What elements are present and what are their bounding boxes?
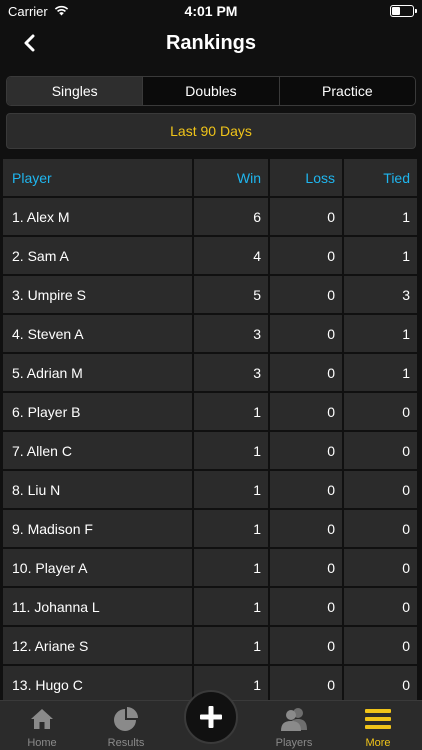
- player-name-cell: 13. Hugo C: [3, 666, 192, 703]
- player-name-cell: 12. Ariane S: [3, 627, 192, 664]
- player-name-cell: 8. Liu N: [3, 471, 192, 508]
- tab-more-label: More: [365, 737, 391, 749]
- loss-cell: 0: [270, 666, 342, 703]
- loss-cell: 0: [270, 237, 342, 274]
- win-cell: 1: [194, 393, 268, 430]
- tab-home-label: Home: [27, 737, 57, 749]
- wifi-icon: [54, 4, 69, 19]
- player-name-cell: 10. Player A: [3, 549, 192, 586]
- player-name-cell: 11. Johanna L: [3, 588, 192, 625]
- win-cell: 4: [194, 237, 268, 274]
- loss-cell: 0: [270, 510, 342, 547]
- table-row[interactable]: 12. Ariane S100: [2, 626, 420, 665]
- win-cell: 1: [194, 471, 268, 508]
- carrier-label: Carrier: [8, 3, 48, 19]
- loss-cell: 0: [270, 471, 342, 508]
- add-match-button[interactable]: [184, 690, 238, 744]
- tab-players-label: Players: [275, 737, 313, 749]
- table-body: 1. Alex M 6 0 1 2. Sam A 4 0 1 3. Umpire S 5 0 3 4. …: [2, 197, 420, 704]
- plus-icon: [200, 706, 222, 728]
- win-cell: 1: [194, 627, 268, 664]
- loss-cell: 0: [270, 432, 342, 469]
- tied-cell: 0: [344, 549, 417, 586]
- table-row[interactable]: 2. Sam A401: [2, 236, 420, 275]
- status-left: Carrier: [8, 4, 69, 19]
- header-loss[interactable]: Loss: [270, 159, 342, 196]
- tied-cell: 0: [344, 393, 417, 430]
- tied-cell: 3: [344, 276, 417, 313]
- win-cell: 1: [194, 510, 268, 547]
- table-row[interactable]: 7. Allen C100: [2, 431, 420, 470]
- table-row[interactable]: 10. Player A100: [2, 548, 420, 587]
- win-cell: 1: [194, 432, 268, 469]
- tied-cell: 0: [344, 471, 417, 508]
- tied-cell: 0: [344, 588, 417, 625]
- tied-cell: 0: [344, 432, 417, 469]
- loss-cell: 0: [270, 354, 342, 391]
- status-bar: Carrier 4:01 PM: [0, 0, 422, 22]
- loss-cell: 0: [270, 627, 342, 664]
- rankings-table: Player Win Loss Tied 1. Alex M 6 0 1 2. Sam …: [2, 158, 420, 704]
- tied-cell: 0: [344, 666, 417, 703]
- tab-results[interactable]: Results: [84, 701, 168, 750]
- player-name-cell: 1. Alex M: [3, 198, 192, 235]
- page-title: Rankings: [165, 31, 257, 54]
- home-icon: [30, 705, 54, 733]
- chevron-left-icon: [24, 34, 35, 52]
- tab-doubles[interactable]: Doubles: [143, 77, 280, 105]
- win-cell: 6: [194, 198, 268, 235]
- table-row[interactable]: 1. Alex M601: [2, 197, 420, 236]
- loss-cell: 0: [270, 588, 342, 625]
- table-header-row: Player Win Loss Tied: [2, 158, 420, 197]
- header-tied[interactable]: Tied: [344, 159, 417, 196]
- player-name-cell: 5. Adrian M: [3, 354, 192, 391]
- table-row[interactable]: 8. Liu N100: [2, 470, 420, 509]
- header-win[interactable]: Win: [194, 159, 268, 196]
- tied-cell: 1: [344, 354, 417, 391]
- menu-icon: [365, 705, 391, 733]
- tab-practice[interactable]: Practice: [280, 77, 415, 105]
- table-row[interactable]: 9. Madison F100: [2, 509, 420, 548]
- win-cell: 3: [194, 354, 268, 391]
- loss-cell: 0: [270, 315, 342, 352]
- table-row[interactable]: 11. Johanna L100: [2, 587, 420, 626]
- player-name-cell: 2. Sam A: [3, 237, 192, 274]
- tied-cell: 1: [344, 315, 417, 352]
- loss-cell: 0: [270, 198, 342, 235]
- period-selector-button[interactable]: Last 90 Days: [6, 113, 416, 149]
- tab-more[interactable]: More: [336, 701, 420, 750]
- loss-cell: 0: [270, 549, 342, 586]
- table-row[interactable]: 6. Player B100: [2, 392, 420, 431]
- table-row[interactable]: 4. Steven A301: [2, 314, 420, 353]
- tab-players[interactable]: Players: [252, 701, 336, 750]
- win-cell: 1: [194, 588, 268, 625]
- match-type-segmented-control: Singles Doubles Practice: [6, 76, 416, 106]
- tied-cell: 1: [344, 198, 417, 235]
- loss-cell: 0: [270, 276, 342, 313]
- win-cell: 5: [194, 276, 268, 313]
- back-button[interactable]: [14, 28, 44, 58]
- tab-home[interactable]: Home: [0, 701, 84, 750]
- tab-singles[interactable]: Singles: [7, 77, 144, 105]
- win-cell: 3: [194, 315, 268, 352]
- player-name-cell: 6. Player B: [3, 393, 192, 430]
- player-name-cell: 9. Madison F: [3, 510, 192, 547]
- tab-results-label: Results: [107, 737, 145, 749]
- pie-chart-icon: [113, 705, 139, 733]
- tied-cell: 1: [344, 237, 417, 274]
- battery-icon: [390, 5, 417, 17]
- loss-cell: 0: [270, 393, 342, 430]
- table-row[interactable]: 5. Adrian M301: [2, 353, 420, 392]
- header-player[interactable]: Player: [3, 159, 192, 196]
- nav-bar: Rankings: [0, 22, 422, 64]
- tied-cell: 0: [344, 627, 417, 664]
- tied-cell: 0: [344, 510, 417, 547]
- win-cell: 1: [194, 549, 268, 586]
- player-name-cell: 4. Steven A: [3, 315, 192, 352]
- table-row[interactable]: 3. Umpire S503: [2, 275, 420, 314]
- player-name-cell: 7. Allen C: [3, 432, 192, 469]
- players-icon: [280, 705, 308, 733]
- player-name-cell: 3. Umpire S: [3, 276, 192, 313]
